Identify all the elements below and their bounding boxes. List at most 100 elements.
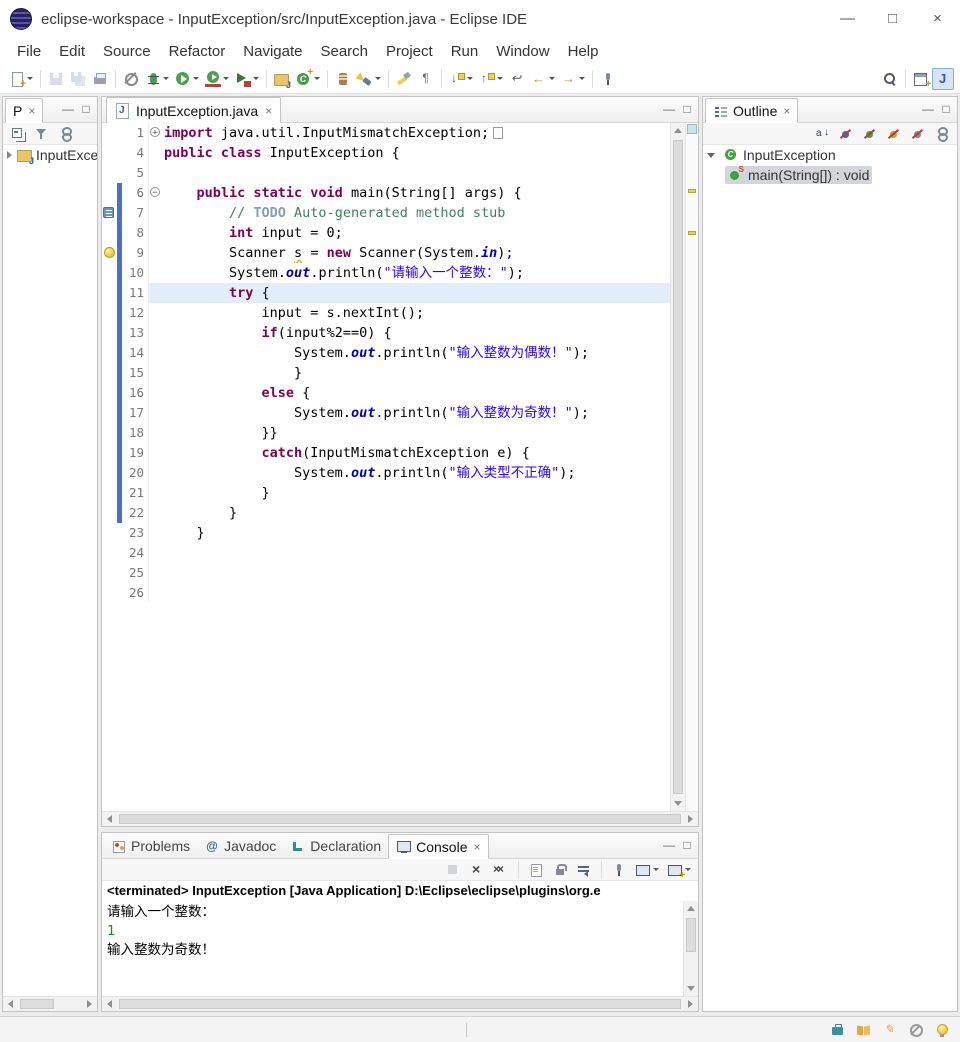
outline-item-content[interactable]: main(String[]) : void (725, 165, 873, 184)
next-annotation-button[interactable] (446, 68, 476, 90)
line-number[interactable]: 26 (122, 583, 148, 603)
skip-all-breakpoints-button[interactable] (120, 68, 142, 90)
fold-collapsed-icon[interactable]: + (150, 127, 160, 138)
overview-header-icon[interactable] (687, 124, 697, 134)
scrollbar-thumb[interactable] (686, 918, 696, 952)
editor-tab[interactable]: InputException.java × (106, 97, 282, 123)
back-button[interactable] (528, 68, 558, 90)
minimize-window-button[interactable]: — (825, 0, 870, 38)
filters-button[interactable] (31, 125, 53, 143)
chevron-right-icon[interactable] (7, 151, 12, 159)
hide-fields-button[interactable] (835, 125, 857, 143)
outline-item[interactable]: main(String[]) : void (703, 165, 957, 185)
code-text[interactable] (162, 583, 670, 603)
menu-search[interactable]: Search (311, 41, 377, 62)
menu-navigate[interactable]: Navigate (234, 41, 311, 62)
close-window-button[interactable]: × (915, 0, 960, 38)
scroll-right-icon[interactable] (683, 812, 698, 826)
lightbulb-button[interactable] (932, 1020, 952, 1040)
dropdown-arrow-icon[interactable] (223, 77, 229, 80)
sort-button[interactable] (811, 125, 833, 143)
scrollbar-thumb[interactable] (673, 140, 683, 794)
display-selected-console-button[interactable] (632, 861, 662, 879)
menu-file[interactable]: File (8, 41, 50, 62)
line-number[interactable]: 13 (122, 323, 148, 343)
minimize-view-button[interactable]: — (919, 101, 937, 119)
open-console-button[interactable] (664, 861, 694, 881)
console-hscrollbar[interactable] (102, 996, 698, 1011)
maximize-editor-button[interactable]: □ (678, 101, 696, 119)
dropdown-arrow-icon[interactable] (685, 868, 691, 871)
outline-item-content[interactable]: InputException (720, 146, 839, 164)
previous-annotation-button[interactable] (476, 68, 506, 90)
dropdown-arrow-icon[interactable] (27, 77, 33, 80)
menu-refactor[interactable]: Refactor (160, 41, 235, 62)
run-external-tools-button[interactable] (232, 68, 262, 90)
line-number[interactable]: 14 (122, 343, 148, 363)
line-number[interactable]: 8 (122, 223, 148, 243)
scroll-right-icon[interactable] (683, 997, 698, 1011)
line-number[interactable]: 12 (122, 303, 148, 323)
code-text[interactable]: try { (162, 283, 670, 303)
collapse-all-button[interactable] (7, 125, 29, 143)
scroll-down-icon[interactable] (684, 981, 698, 996)
code-text[interactable]: if(input%2==0) { (162, 323, 670, 343)
editor-hscrollbar[interactable] (102, 811, 698, 826)
code-text[interactable]: // TODO Auto-generated method stub (162, 203, 670, 223)
fold-expanded-icon[interactable]: − (150, 187, 160, 198)
scrollbar-thumb[interactable] (119, 999, 681, 1009)
link-with-editor-button[interactable] (55, 125, 77, 143)
mark-occurrences-button[interactable] (393, 68, 415, 90)
line-number[interactable]: 11 (122, 283, 148, 303)
briefcase-button[interactable] (828, 1020, 848, 1040)
console-text[interactable]: 请输入一个整数： 1 输入整数为奇数！ (102, 901, 683, 996)
new-java-project-button[interactable] (271, 68, 293, 90)
dropdown-arrow-icon[interactable] (497, 77, 503, 80)
dropdown-arrow-icon[interactable] (253, 77, 259, 80)
pencil-button[interactable] (880, 1020, 900, 1040)
tab-package-explorer[interactable]: P × (5, 98, 44, 123)
minimize-editor-button[interactable]: — (660, 101, 678, 119)
menu-run[interactable]: Run (442, 41, 488, 62)
code-text[interactable] (162, 563, 670, 583)
tree-item-project[interactable]: InputException (3, 145, 97, 165)
menu-edit[interactable]: Edit (50, 41, 94, 62)
dropdown-arrow-icon[interactable] (314, 77, 320, 80)
code-text[interactable]: } (162, 363, 670, 383)
tab-problems[interactable]: Problems (104, 833, 197, 858)
close-tab-icon[interactable]: × (28, 104, 35, 118)
editor-vscrollbar[interactable] (670, 123, 685, 811)
chevron-down-icon[interactable] (707, 152, 715, 158)
scroll-up-icon[interactable] (671, 123, 686, 138)
book-button[interactable] (854, 1020, 874, 1040)
remove-all-terminated-button[interactable] (490, 861, 512, 879)
minimize-view-button[interactable]: — (59, 101, 77, 119)
run-button[interactable] (172, 68, 202, 90)
scrollbar-thumb[interactable] (20, 999, 54, 1009)
new-java-class-button[interactable] (293, 67, 323, 90)
dropdown-arrow-icon[interactable] (467, 77, 473, 80)
forward-button[interactable] (558, 68, 588, 90)
line-number[interactable]: 4 (122, 143, 148, 163)
remove-launch-button[interactable] (466, 861, 488, 879)
tab-console[interactable]: Console × (388, 834, 489, 859)
line-number[interactable]: 7 (122, 203, 148, 223)
close-tab-icon[interactable]: × (783, 104, 790, 118)
clear-console-button[interactable] (525, 861, 547, 879)
link-with-editor-button[interactable] (931, 125, 953, 143)
code-text[interactable]: else { (162, 383, 670, 403)
show-whitespace-button[interactable] (415, 68, 437, 90)
line-number[interactable]: 22 (122, 503, 148, 523)
maximize-view-button[interactable]: □ (678, 837, 696, 855)
line-number[interactable]: 18 (122, 423, 148, 443)
overview-warning-mark[interactable] (688, 231, 696, 235)
maximize-view-button[interactable]: □ (937, 101, 955, 119)
coverage-button[interactable] (202, 68, 232, 90)
scroll-up-icon[interactable] (684, 901, 698, 916)
line-number[interactable]: 25 (122, 563, 148, 583)
line-number[interactable]: 21 (122, 483, 148, 503)
maximize-view-button[interactable]: □ (77, 101, 95, 119)
code-text[interactable]: } (162, 523, 670, 543)
java-perspective-button[interactable] (932, 67, 954, 90)
line-number[interactable]: 15 (122, 363, 148, 383)
